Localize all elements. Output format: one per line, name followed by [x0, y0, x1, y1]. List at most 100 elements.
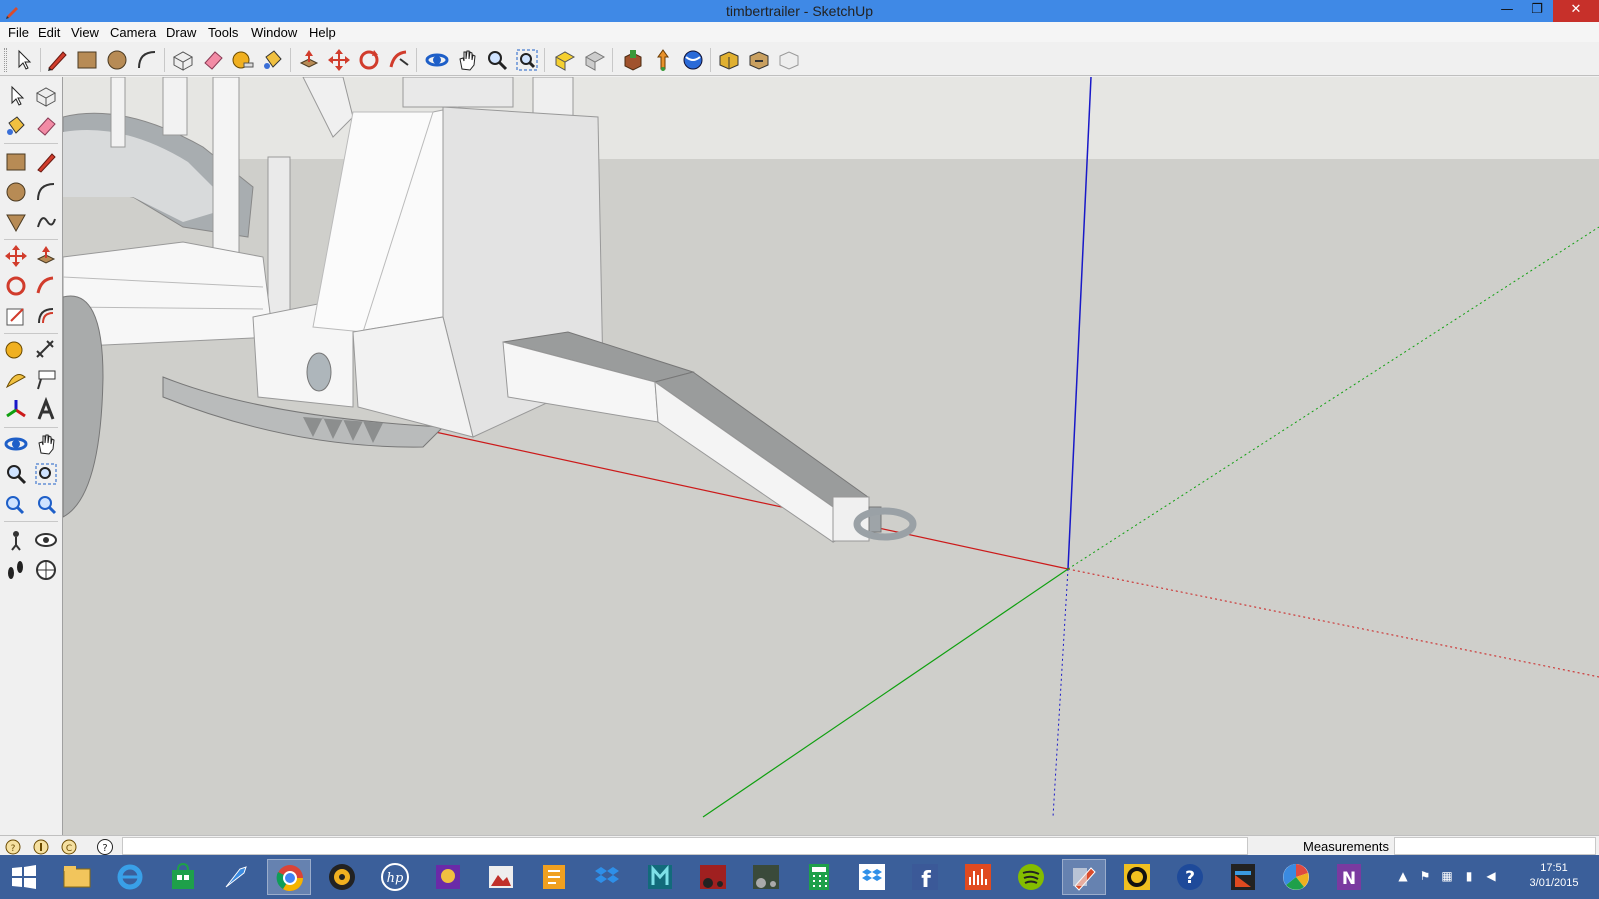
make-component-icon[interactable] — [33, 83, 59, 109]
line-pencil-icon[interactable] — [44, 47, 70, 73]
menu-tools[interactable]: Tools — [208, 25, 238, 40]
store-icon[interactable] — [161, 859, 205, 895]
paint-bucket-icon[interactable] — [260, 47, 286, 73]
flag-icon[interactable]: ⚑ — [1417, 869, 1433, 885]
farming-sim-2-icon[interactable] — [744, 859, 788, 895]
arc-icon[interactable] — [134, 47, 160, 73]
push-pull-icon[interactable] — [33, 243, 59, 269]
circle-app-icon[interactable] — [1115, 859, 1159, 895]
dimension-icon[interactable] — [33, 337, 59, 363]
rotate-icon[interactable] — [356, 47, 382, 73]
position-camera-icon[interactable] — [3, 527, 29, 553]
network-icon[interactable]: ▦ — [1439, 869, 1455, 885]
studio-icon[interactable] — [1221, 859, 1265, 895]
menu-file[interactable]: File — [8, 25, 29, 40]
select-icon[interactable] — [3, 83, 29, 109]
farming-sim-icon[interactable] — [691, 859, 735, 895]
walk-icon[interactable] — [3, 557, 29, 583]
onenote-icon[interactable]: N — [1327, 859, 1371, 895]
circle-icon[interactable] — [3, 179, 29, 205]
previous-view-icon[interactable] — [3, 491, 29, 517]
follow-me-icon[interactable] — [386, 47, 412, 73]
push-pull-icon[interactable] — [296, 47, 322, 73]
rotate-icon[interactable] — [3, 273, 29, 299]
section-plane-icon[interactable] — [33, 557, 59, 583]
signal-icon[interactable]: ▮ — [1461, 869, 1477, 885]
move-icon[interactable] — [326, 47, 352, 73]
zoom-extents-icon[interactable] — [514, 47, 540, 73]
text-label-icon[interactable] — [33, 367, 59, 393]
extension-warehouse-icon[interactable] — [716, 47, 742, 73]
share-model-icon[interactable] — [650, 47, 676, 73]
zoom-extents-icon[interactable] — [33, 491, 59, 517]
menu-view[interactable]: View — [71, 25, 99, 40]
help-icon[interactable]: ? — [96, 838, 114, 856]
freehand-icon[interactable] — [33, 209, 59, 235]
chrome-icon[interactable] — [267, 859, 311, 895]
sketchup-icon[interactable] — [1062, 859, 1106, 895]
file-explorer-icon[interactable] — [55, 859, 99, 895]
orbit-icon[interactable] — [424, 47, 450, 73]
zoom-window-icon[interactable] — [33, 461, 59, 487]
orbit-icon[interactable] — [3, 431, 29, 457]
protractor-icon[interactable] — [3, 367, 29, 393]
copyright-icon[interactable]: C — [60, 838, 78, 856]
minimize-icon[interactable]: — — [1492, 0, 1522, 22]
pan-hand-icon[interactable] — [454, 47, 480, 73]
eraser-icon[interactable] — [33, 113, 59, 139]
system-clock[interactable]: 17:51 3/01/2015 — [1510, 861, 1598, 891]
help-app-icon[interactable]: ? — [1168, 859, 1212, 895]
photo-viewer-icon[interactable] — [479, 859, 523, 895]
hp-icon[interactable]: hp — [373, 859, 417, 895]
dropbox-icon[interactable] — [585, 859, 629, 895]
tape-measure-icon[interactable] — [3, 337, 29, 363]
menu-edit[interactable]: Edit — [38, 25, 60, 40]
3d-text-icon[interactable] — [33, 397, 59, 423]
close-icon[interactable]: ✕ — [1553, 0, 1599, 22]
offset-icon[interactable] — [33, 303, 59, 329]
menu-help[interactable]: Help — [309, 25, 336, 40]
zoom-icon[interactable] — [3, 461, 29, 487]
facebook-icon[interactable]: f — [903, 859, 947, 895]
menu-camera[interactable]: Camera — [110, 25, 156, 40]
scale-icon[interactable] — [3, 303, 29, 329]
measurements-input[interactable] — [1394, 837, 1596, 855]
rectangle-icon[interactable] — [3, 149, 29, 175]
get-models-icon[interactable] — [620, 47, 646, 73]
paint-bucket-icon[interactable] — [3, 113, 29, 139]
picasa-icon[interactable] — [1274, 859, 1318, 895]
follow-me-icon[interactable] — [33, 273, 59, 299]
make-component-icon[interactable] — [170, 47, 196, 73]
menu-draw[interactable]: Draw — [166, 25, 196, 40]
circle-icon[interactable] — [104, 47, 130, 73]
extension-manager-icon[interactable] — [746, 47, 772, 73]
pan-hand-icon[interactable] — [33, 431, 59, 457]
polygon-icon[interactable] — [3, 209, 29, 235]
audio-app-icon[interactable] — [956, 859, 1000, 895]
look-around-icon[interactable] — [33, 527, 59, 553]
next-view-icon[interactable] — [582, 47, 608, 73]
restore-icon[interactable]: ❐ — [1522, 0, 1552, 22]
3ds-max-icon[interactable] — [638, 859, 682, 895]
move-icon[interactable] — [3, 243, 29, 269]
layout-icon[interactable] — [776, 47, 802, 73]
internet-explorer-icon[interactable] — [108, 859, 152, 895]
model-viewport[interactable] — [63, 77, 1599, 835]
rectangle-icon[interactable] — [74, 47, 100, 73]
previous-view-icon[interactable] — [552, 47, 578, 73]
calculator-icon[interactable] — [797, 859, 841, 895]
toolbar-grip[interactable] — [4, 48, 7, 72]
spotify-icon[interactable] — [1009, 859, 1053, 895]
line-pencil-icon[interactable] — [33, 149, 59, 175]
axes-icon[interactable] — [3, 397, 29, 423]
rocket-app-icon[interactable] — [214, 859, 258, 895]
volume-icon[interactable]: ◀ — [1483, 869, 1499, 885]
media-player-icon[interactable] — [320, 859, 364, 895]
arc-icon[interactable] — [33, 179, 59, 205]
tape-measure-icon[interactable] — [230, 47, 256, 73]
credits-icon[interactable] — [32, 838, 50, 856]
select-icon[interactable] — [10, 47, 36, 73]
start-icon[interactable] — [2, 859, 46, 895]
geo-location-icon[interactable]: ? — [4, 838, 22, 856]
zoom-icon[interactable] — [484, 47, 510, 73]
